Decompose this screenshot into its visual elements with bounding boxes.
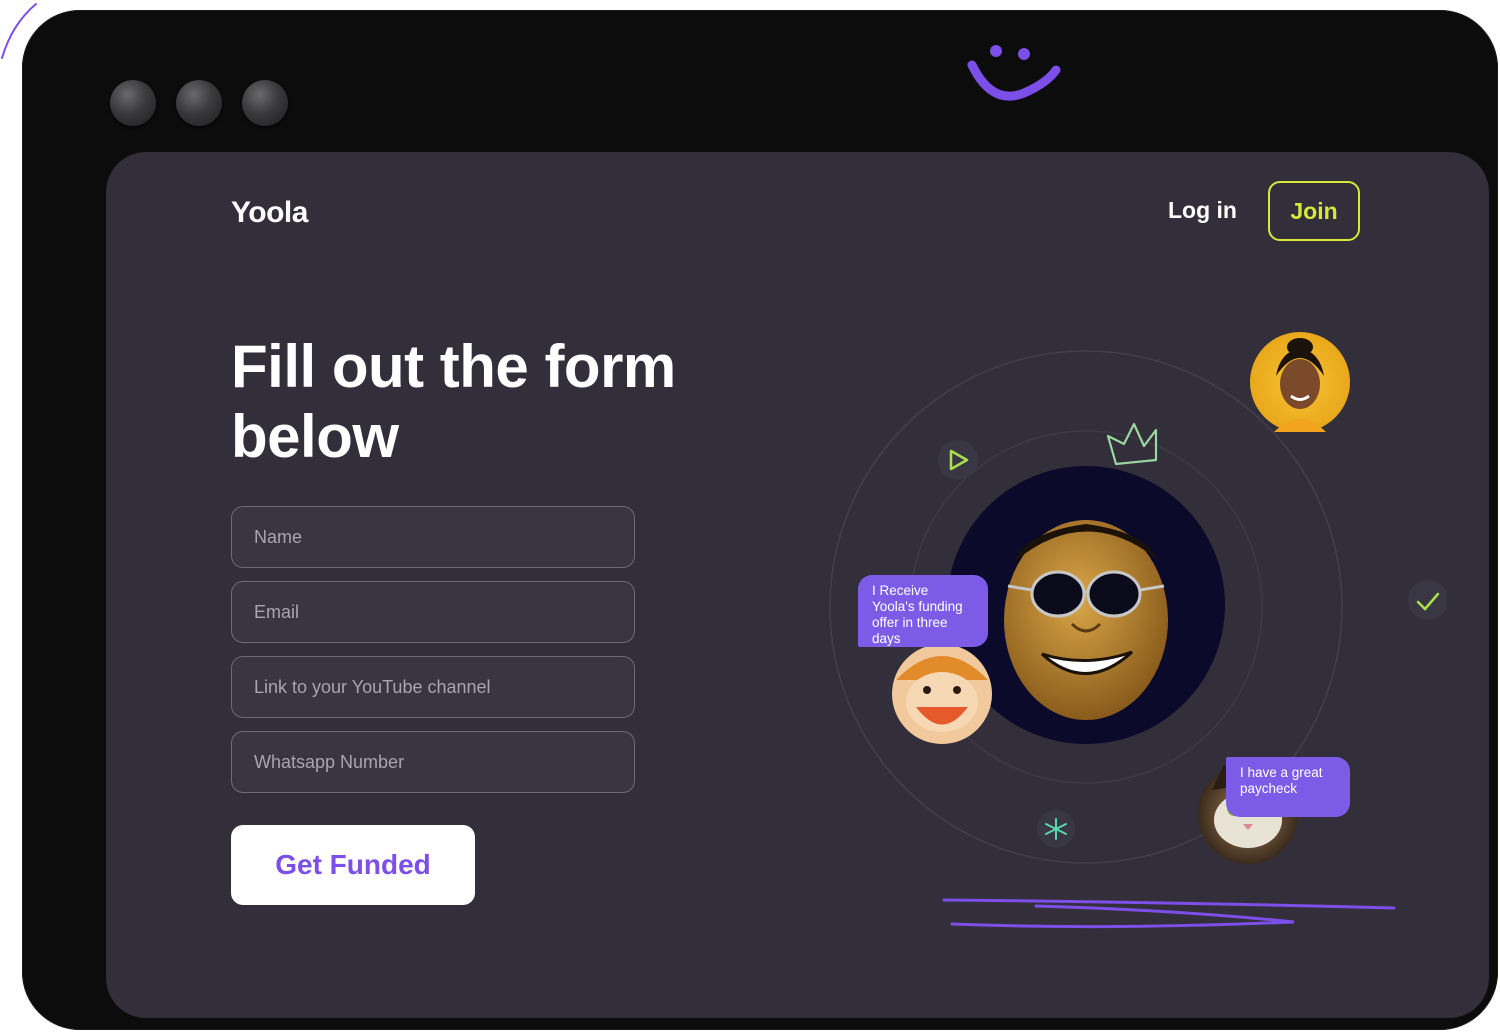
browser-frame: Yoola Log in Join Fill out the form belo… (22, 10, 1498, 1030)
check-icon (1408, 580, 1446, 620)
logo[interactable]: Yoola (231, 196, 308, 230)
email-field[interactable] (231, 581, 635, 643)
funding-message-bubble: I Receive Yoola's funding offer in three… (858, 575, 988, 647)
sparkle-icon (1037, 810, 1075, 848)
orbit-graphic (829, 332, 1446, 929)
avatar-cartoon (892, 644, 992, 744)
avatar-woman (1250, 332, 1350, 432)
window-dot-icon[interactable] (176, 80, 222, 126)
crown-icon (1106, 422, 1158, 466)
page-title: Fill out the form below (231, 333, 676, 470)
login-link[interactable]: Log in (1168, 197, 1237, 224)
app-screen: Yoola Log in Join Fill out the form belo… (106, 152, 1489, 1018)
whatsapp-field[interactable] (231, 731, 635, 793)
window-dot-icon[interactable] (242, 80, 288, 126)
window-controls (110, 80, 288, 126)
scribble-decoration (942, 898, 1396, 929)
paycheck-message-bubble: I have a great paycheck (1226, 757, 1350, 817)
youtube-link-field[interactable] (231, 656, 635, 718)
window-dot-icon[interactable] (110, 80, 156, 126)
hero-illustration: I Receive Yoola's funding offer in three… (746, 302, 1446, 952)
name-field[interactable] (231, 506, 635, 568)
join-button[interactable]: Join (1268, 181, 1360, 241)
smiley-icon (967, 45, 1061, 101)
play-icon (938, 440, 978, 480)
get-funded-button[interactable]: Get Funded (231, 825, 475, 905)
corner-stroke-decoration (1, 3, 37, 59)
